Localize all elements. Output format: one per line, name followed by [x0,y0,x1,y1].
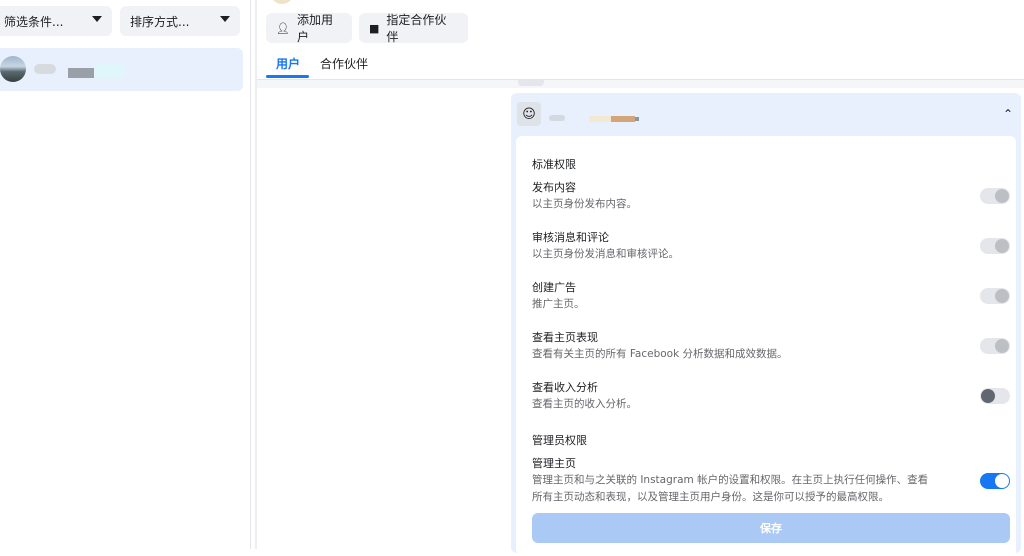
caret-down-icon [220,16,230,22]
permission-title: 管理主页 [532,457,576,470]
redacted-name [589,116,611,122]
tab-partners[interactable]: 合作伙伴 [320,55,368,72]
permission-desc: 查看主页的收入分析。 [532,398,637,410]
person-badge-icon: ☺ [517,102,541,126]
page-avatar [270,0,294,4]
permission-title: 创建广告 [532,281,576,294]
caret-down-icon [92,16,102,22]
permission-desc: 查看有关主页的所有 Facebook 分析数据和成效数据。 [532,348,788,360]
sort-dropdown[interactable]: 排序方式... [120,6,240,36]
redacted-name [68,68,94,78]
permission-desc: 推广主页。 [532,298,585,310]
redacted-name [611,116,635,122]
avatar [0,56,26,82]
permission-desc: 所有主页动态和表现，以及管理主页用户身份。这是你可以授予的最高权限。 [532,491,889,503]
assign-partner-label: 指定合作伙伴 [386,13,447,44]
chevron-up-icon[interactable]: ⌃ [1003,107,1013,121]
view-insights-toggle[interactable] [980,338,1010,354]
tab-users[interactable]: 用户 [276,55,300,72]
sort-dropdown-label: 排序方式... [130,14,190,29]
permission-title: 审核消息和评论 [532,231,609,244]
publish-content-toggle[interactable] [980,188,1010,204]
redacted-name [34,64,56,74]
view-revenue-toggle[interactable] [980,388,1010,404]
permission-title: 发布内容 [532,181,576,194]
manage-page-toggle[interactable] [980,473,1010,489]
create-ads-toggle[interactable] [980,288,1010,304]
permission-title: 查看收入分析 [532,381,598,394]
permission-desc: 管理主页和与之关联的 Instagram 帐户的设置和权限。在主页上执行任何操作… [532,474,929,486]
add-user-label: 添加用户 [296,13,333,44]
filter-dropdown[interactable]: 筛选条件... [0,6,112,36]
permission-list: 标准权限 发布内容 以主页身份发布内容。 审核消息和评论 以主页身份发消息和审核… [516,136,1016,556]
redacted-name [549,115,565,121]
admin-permissions-heading: 管理员权限 [532,434,587,447]
content-separator [257,80,1024,88]
user-list-panel: 筛选条件... 排序方式... [0,0,251,549]
active-tab-indicator [266,75,309,78]
moderate-messages-toggle[interactable] [980,238,1010,254]
redacted-name [635,117,639,121]
permission-desc: 以主页身份发消息和审核评论。 [532,248,679,260]
briefcase-icon: ■ [369,21,380,35]
assign-partner-button[interactable]: ■ 指定合作伙伴 [359,13,468,44]
add-user-button[interactable]: 👤︎ 添加用户 [266,13,352,44]
save-button[interactable]: 保存 [532,513,1010,543]
user-list-item-selected[interactable] [0,48,243,91]
collapsed-card-edge [518,80,544,86]
filter-dropdown-label: 筛选条件... [4,14,64,29]
standard-permissions-heading: 标准权限 [532,158,576,171]
permission-card: ☺ ⌃ 标准权限 发布内容 以主页身份发布内容。 审核消息和评论 以主页身份发消… [511,93,1021,556]
permission-desc: 以主页身份发布内容。 [532,198,637,210]
add-person-icon: 👤︎ [276,21,290,35]
redacted-name [94,64,126,78]
permission-title: 查看主页表现 [532,331,598,344]
